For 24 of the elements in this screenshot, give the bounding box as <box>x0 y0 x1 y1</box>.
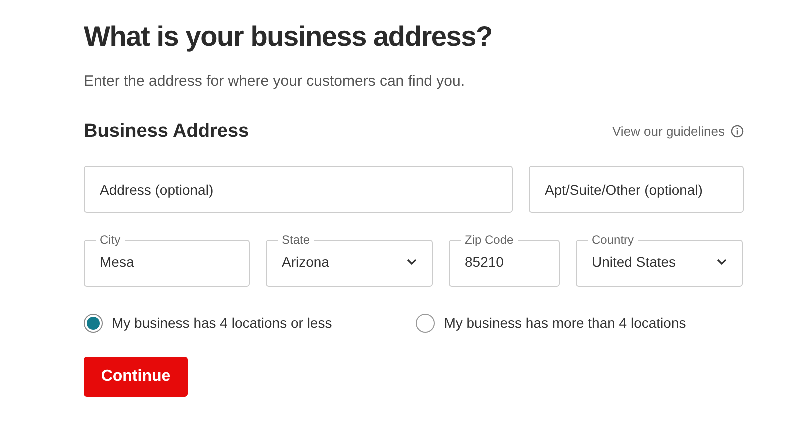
input-field[interactable]: City Mesa <box>84 233 250 287</box>
field-value: United States <box>592 252 676 272</box>
field-value: Mesa <box>100 252 134 272</box>
info-icon <box>731 125 744 138</box>
chevron-down-icon <box>407 259 417 265</box>
section-heading: Business Address <box>84 120 250 144</box>
field-label: Country <box>591 233 636 247</box>
continue-button[interactable]: Continue <box>84 357 188 397</box>
address-field[interactable]: Address (optional) <box>84 166 513 213</box>
field-label: State <box>281 233 312 247</box>
field-value: Arizona <box>282 252 330 272</box>
page-title: What is your business address? <box>84 20 492 54</box>
field-label: Zip Code <box>464 233 515 247</box>
page-subtitle: Enter the address for where your customers can find you. <box>84 72 466 92</box>
select-field[interactable]: Country United States <box>576 233 743 287</box>
address-field[interactable]: Apt/Suite/Other (optional) <box>529 166 744 213</box>
field-value: 85210 <box>465 252 504 272</box>
location-radio[interactable]: My business has 4 locations or less <box>84 313 332 334</box>
input-field[interactable]: Zip Code 85210 <box>449 233 560 287</box>
field-label: City <box>99 233 122 247</box>
select-field[interactable]: State Arizona <box>266 233 433 287</box>
chevron-down-icon <box>717 259 727 265</box>
guidelines-link[interactable]: View our guidelines <box>612 122 744 142</box>
location-radio[interactable]: My business has more than 4 locations <box>416 313 686 334</box>
